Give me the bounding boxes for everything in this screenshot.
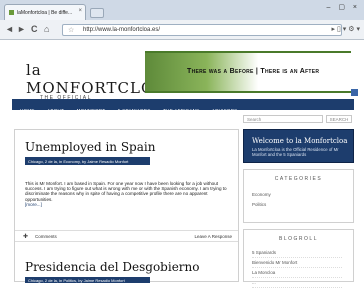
post-footer: ✚ Comments Leave A Response [15, 230, 238, 242]
blogroll-item[interactable]: Bienvenido Mr Monfort [252, 258, 342, 268]
blogroll-item[interactable]: 5 Spaniards [252, 248, 342, 258]
blogroll-box: BLOGROLL 5 Spaniards Bienvenido Mr Monfo… [243, 229, 354, 288]
welcome-title: Welcome to la Monfortcloa [252, 137, 348, 145]
page-menu-icons[interactable]: ▸ ▯ ▾ ⚙ ▾ [332, 25, 360, 33]
read-more-link[interactable]: [more...] [25, 202, 42, 207]
web-page: la MONFORTCLOA THE OFFICIAL RESIDENCE Th… [0, 41, 364, 288]
search-button[interactable]: SEARCH [326, 115, 352, 123]
nav-item-about[interactable]: ABOUT [47, 108, 64, 113]
post2-meta: Chicago, 2 de la, in Politics, by Jaime … [25, 277, 150, 283]
post-body: This is Mr Monfort. I am based in Spain.… [25, 181, 230, 207]
blogroll-item[interactable]: La Moncloa [252, 268, 342, 278]
categories-box: CATEGORIES Economy Politics [243, 169, 354, 223]
address-url: http://www.la-monfortcloa.es/ [83, 27, 161, 33]
header-banner: There was a Before | There is an After [145, 51, 351, 93]
comment-icon: ✚ [23, 234, 29, 240]
welcome-text: La Monfortcloa is the Official Residence… [252, 147, 339, 157]
comments-link[interactable]: Comments [35, 234, 57, 239]
rss-icon[interactable] [351, 89, 358, 96]
categories-heading: CATEGORIES [274, 176, 323, 182]
logo-title: la MONFORTCLOA [26, 61, 167, 97]
star-icon[interactable]: ☆ [68, 26, 74, 34]
back-icon[interactable]: ◄ [5, 24, 14, 34]
leave-response-link[interactable]: Leave A Response [194, 234, 232, 239]
home-icon[interactable]: ⌂ [44, 24, 49, 34]
address-bar[interactable]: ☆ http://www.la-monfortcloa.es/ [62, 24, 342, 36]
favicon-icon [9, 10, 14, 15]
nav-item-the-africans[interactable]: THE AFRICANS [163, 108, 199, 113]
nav-item-5-spaniards[interactable]: 5 SPANIARDS [118, 108, 151, 113]
post-title[interactable]: Unemployed in Spain [25, 140, 155, 154]
forward-icon[interactable]: ► [17, 24, 26, 34]
post2-title[interactable]: Presidencia del Desgobierno [25, 260, 199, 274]
category-economy[interactable]: Economy [252, 192, 353, 197]
search-input[interactable]: Search [243, 115, 323, 123]
blogroll-item[interactable]: ... [252, 278, 342, 288]
close-tab-icon[interactable]: × [78, 8, 82, 14]
post-body-text: This is Mr Monfort. I am based in Spain.… [25, 181, 227, 202]
welcome-box: Welcome to la Monfortcloa La Monfortcloa… [243, 129, 354, 163]
search-bar: Search SEARCH [243, 115, 352, 123]
tab-title: laMonfortcloa | Be diffe... [17, 10, 73, 16]
main-nav: HOME ABOUT MONMFORT 5 SPANIARDS THE AFRI… [12, 99, 354, 113]
browser-tab-bar: laMonfortcloa | Be diffe... × – ▢ × [0, 0, 364, 20]
category-politics[interactable]: Politics [252, 202, 353, 207]
nav-item-home[interactable]: HOME [20, 108, 35, 113]
nav-item-advisors[interactable]: ADVISORS [212, 108, 238, 113]
tagline: There was a Before | There is an After [187, 68, 320, 75]
post-meta: Chicago, 2 de la, in Economy, by Jaime R… [25, 157, 150, 165]
browser-tab[interactable]: laMonfortcloa | Be diffe... × [4, 4, 86, 20]
window-controls[interactable]: – ▢ × [327, 3, 360, 11]
new-tab-button[interactable] [90, 8, 104, 18]
sidebar: Welcome to la Monfortcloa La Monfortcloa… [243, 129, 354, 288]
main-content: Unemployed in Spain Chicago, 2 de la, in… [14, 129, 239, 283]
nav-item-monmfort[interactable]: MONMFORT [77, 108, 106, 113]
site-header: la MONFORTCLOA THE OFFICIAL RESIDENCE Th… [0, 41, 364, 107]
reload-icon[interactable]: C [31, 24, 38, 34]
blogroll-heading: BLOGROLL [279, 236, 318, 242]
browser-toolbar: ◄ ► C ⌂ ☆ http://www.la-monfortcloa.es/ … [0, 20, 364, 40]
